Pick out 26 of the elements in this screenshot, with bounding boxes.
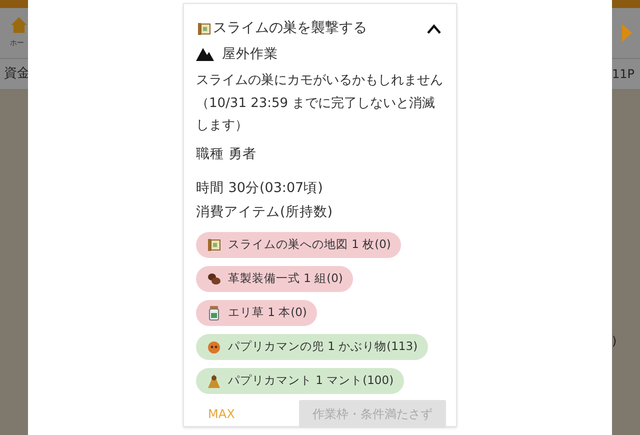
pepper-mask-icon (206, 338, 222, 354)
header-bar (0, 0, 28, 8)
bracket-text: ) (612, 333, 617, 350)
jar-icon (206, 304, 222, 320)
cape-icon (206, 372, 222, 388)
item-label: エリ草 1 本(0) (228, 304, 307, 321)
item-label: 革製装備一式 1 組(0) (228, 270, 343, 287)
task-description: スライムの巣にカモがいるかもしれません（10/31 23:59 までに完了しないと消滅します） (196, 72, 444, 136)
items-heading: 消費アイテム(所持数) (196, 203, 334, 222)
leather-icon (206, 270, 222, 286)
mountain-icon (196, 47, 214, 62)
home-icon (10, 16, 28, 34)
max-link[interactable]: MAX (208, 404, 235, 422)
collapse-chevron-icon[interactable] (426, 22, 442, 34)
item-label: パプリカマント 1 マント(100) (228, 372, 394, 389)
time-label: 時間 30分(03:07頃) (196, 179, 324, 198)
header-bar (612, 0, 640, 8)
scroll-icon (196, 20, 212, 36)
category-label: 屋外作業 (222, 45, 278, 64)
points-label: 11P (612, 66, 635, 83)
scroll-icon (206, 236, 222, 252)
item-label: パプリカマンの兜 1 かぶり物(113) (228, 338, 418, 355)
funds-label: 資金 (4, 65, 30, 84)
item-label: スライムの巣への地図 1 枚(0) (228, 236, 391, 253)
task-title: スライムの巣を襲撃する (213, 19, 367, 38)
job-label: 職種 勇者 (196, 144, 258, 164)
